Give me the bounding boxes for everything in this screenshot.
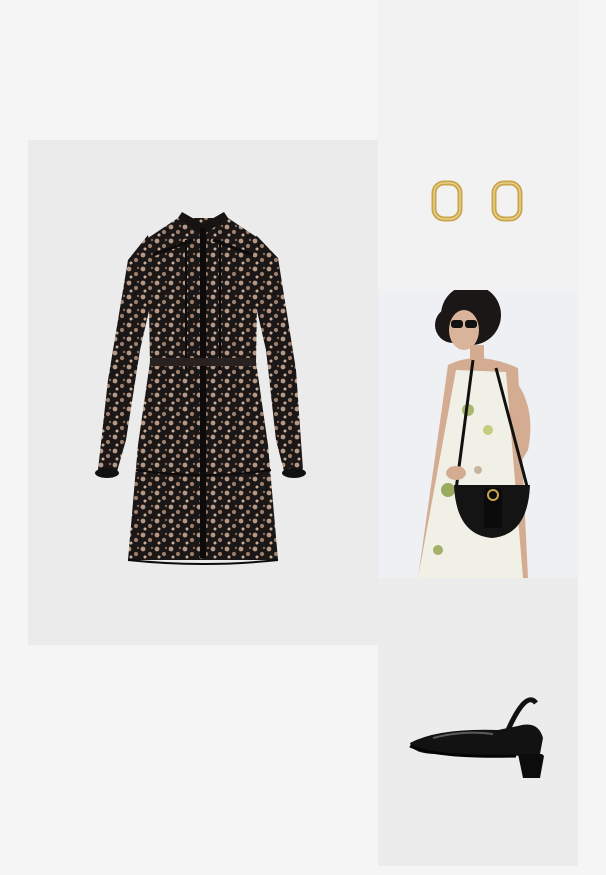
shoe-product-tile[interactable] [378, 578, 578, 866]
slingback-heel-image [409, 697, 544, 778]
outfit-collage: { "colors": { "page_background": "#f5f5f… [0, 0, 606, 875]
earrings-product-tile[interactable] [378, 0, 578, 290]
floral-dress-image [95, 212, 306, 565]
bag-product-tile[interactable] [378, 290, 578, 578]
dress-product-tile[interactable] [28, 140, 378, 645]
gold-hoop-earrings-image [431, 180, 523, 222]
crossbody-bag-model-image [378, 290, 578, 578]
